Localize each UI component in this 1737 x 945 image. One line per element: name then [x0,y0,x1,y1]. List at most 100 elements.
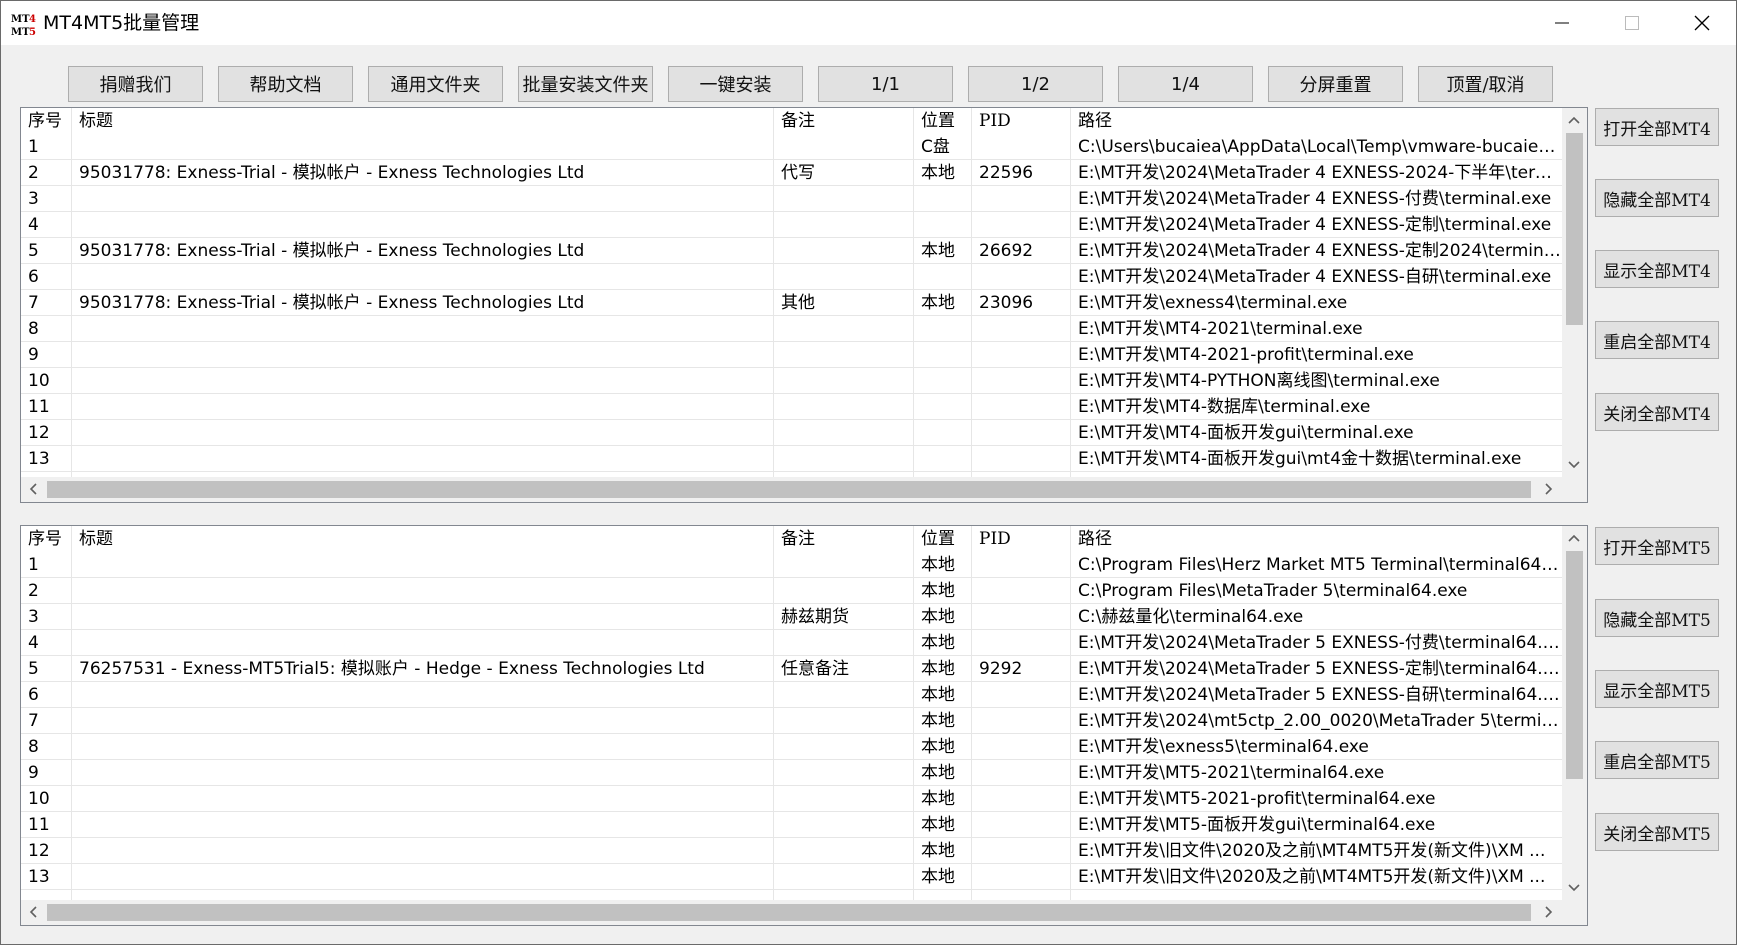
maximize-button[interactable] [1597,1,1667,45]
mt5-vertical-scrollbar[interactable] [1562,526,1587,900]
mt5-table-row[interactable]: 10 本地 E:\MT开发\MT5-2021-profit\terminal64.e… [21,786,1562,812]
mt5-header-col-title[interactable]: 标题 [72,526,774,552]
scroll-left-icon[interactable] [25,904,41,920]
mt4-header-col-path[interactable]: 路径 [1071,108,1562,134]
mt5-horizontal-scrollbar[interactable] [21,900,1587,925]
mt4-vertical-scrollbar[interactable] [1562,108,1587,477]
mt4-cell-col-pid: 22596 [979,163,1034,183]
mt5-header-col-index[interactable]: 序号 [21,526,72,552]
mt5-cell-col-title [72,786,774,812]
mt4-action-button-4[interactable]: 重启全部MT4 [1595,321,1719,359]
mt5-action-button-5[interactable]: 关闭全部MT5 [1595,813,1719,851]
mt4-table-row[interactable]: 5 95031778: Exness-Trial - 模拟帐户 - Exness … [21,238,1562,264]
toolbar-button-3[interactable]: 通用文件夹 [368,66,503,102]
scroll-up-icon[interactable] [1566,112,1582,128]
mt4-header-col-pid[interactable]: PID [972,108,1071,134]
scroll-up-icon[interactable] [1566,530,1582,546]
mt4-cell-col-pid [972,212,1071,238]
mt4-action-button-1[interactable]: 打开全部MT4 [1595,108,1719,146]
mt5-table-row[interactable]: 8 本地 E:\MT开发\exness5\terminal64.exe [21,734,1562,760]
mt5-table-row[interactable]: 2 本地 C:\Program Files\MetaTrader 5\termina… [21,578,1562,604]
scroll-down-icon[interactable] [1566,457,1582,473]
mt4-table-row[interactable]: 13 E:\MT开发\MT4-面板开发gui\mt4金十数据\terminal.e… [21,446,1562,472]
mt4-cell-col-location [914,264,972,290]
mt5-table-row[interactable]: 12 本地 E:\MT开发\旧文件\2020及之前\MT4MT5开发(新文件)\XM… [21,838,1562,864]
mt5-table-row[interactable]: 1 本地 C:\Program Files\Herz Market MT5 Term… [21,552,1562,578]
mt4-header-col-note[interactable]: 备注 [774,108,914,134]
mt4-cell-col-title: 95031778: Exness-Trial - 模拟帐户 - Exness T… [79,241,585,261]
mt5-table-row[interactable]: 6 本地 E:\MT开发\2024\MetaTrader 5 EXNESS-自研\t… [21,682,1562,708]
toolbar-button-7[interactable]: 1/2 [968,66,1103,102]
mt5-table-row[interactable]: 7 本地 E:\MT开发\2024\mt5ctp_2.00_0020\MetaTra… [21,708,1562,734]
mt4-cell-col-location [914,420,972,446]
toolbar-button-4[interactable]: 批量安装文件夹 [518,66,653,102]
mt5-table-row[interactable]: 13 本地 E:\MT开发\旧文件\2020及之前\MT4MT5开发(新文件)\XM… [21,864,1562,890]
mt5-table-row[interactable]: 9 本地 E:\MT开发\MT5-2021\terminal64.exe [21,760,1562,786]
scroll-left-icon[interactable] [25,481,41,497]
mt4-cell-col-path: E:\MT开发\MT4-2021\terminal.exe [1078,319,1363,339]
scroll-down-icon[interactable] [1566,880,1582,896]
scroll-right-icon[interactable] [1541,481,1557,497]
mt4-column-separator [913,108,914,477]
mt4-table-row[interactable]: 6 E:\MT开发\2024\MetaTrader 4 EXNESS-自研\ter… [21,264,1562,290]
scroll-thumb[interactable] [1566,133,1583,325]
toolbar-button-10[interactable]: 顶置/取消 [1418,66,1553,102]
mt5-header-col-path[interactable]: 路径 [1071,526,1562,552]
mt4-table-row[interactable]: 7 95031778: Exness-Trial - 模拟帐户 - Exness … [21,290,1562,316]
mt5-cell-col-note [774,760,914,786]
mt4-table-row[interactable]: 2 95031778: Exness-Trial - 模拟帐户 - Exness … [21,160,1562,186]
mt5-cell-col-note [774,578,914,604]
mt5-action-button-2[interactable]: 隐藏全部MT5 [1595,599,1719,637]
toolbar-button-9[interactable]: 分屏重置 [1268,66,1403,102]
svg-text:4: 4 [29,14,36,25]
toolbar-button-1[interactable]: 捐赠我们 [68,66,203,102]
mt5-cell-col-path: C:\赫兹量化\terminal64.exe [1078,607,1304,627]
mt4-table-row[interactable]: 4 E:\MT开发\2024\MetaTrader 4 EXNESS-定制\ter… [21,212,1562,238]
mt5-column-separator [913,526,914,900]
close-button[interactable] [1667,1,1737,45]
mt4-table-row[interactable]: 3 E:\MT开发\2024\MetaTrader 4 EXNESS-付费\ter… [21,186,1562,212]
mt4-cell-col-index: 7 [28,293,39,313]
mt5-cell-col-index: 9 [28,763,39,783]
mt4-table-row[interactable]: 1 C盘 C:\Users\bucaiea\AppData\Local\Temp\v… [21,134,1562,160]
scroll-thumb[interactable] [47,904,1531,921]
mt4-action-button-2[interactable]: 隐藏全部MT4 [1595,179,1719,217]
mt5-action-button-1[interactable]: 打开全部MT5 [1595,527,1719,565]
mt4-column-separator [773,108,774,477]
toolbar-button-6[interactable]: 1/1 [818,66,953,102]
mt5-cell-col-index: 11 [28,815,50,835]
mt4-horizontal-scrollbar[interactable] [21,477,1587,502]
scroll-thumb[interactable] [47,481,1531,498]
mt5-action-button-3[interactable]: 显示全部MT5 [1595,670,1719,708]
mt5-cell-col-index: 12 [28,841,50,861]
mt5-header-col-pid[interactable]: PID [972,526,1071,552]
mt4-cell-col-location: 本地 [921,163,955,183]
toolbar-button-2[interactable]: 帮助文档 [218,66,353,102]
toolbar-button-8[interactable]: 1/4 [1118,66,1253,102]
mt4-grid-header: 序号 标题 备注 位置 PID 路径 [21,108,1562,134]
mt5-action-button-4[interactable]: 重启全部MT5 [1595,741,1719,779]
mt4-table-row[interactable]: 10 E:\MT开发\MT4-PYTHON离线图\terminal.exe [21,368,1562,394]
mt4-table-row[interactable]: 9 E:\MT开发\MT4-2021-profit\terminal.exe [21,342,1562,368]
mt4-header-col-title[interactable]: 标题 [72,108,774,134]
mt4-header-col-index[interactable]: 序号 [21,108,72,134]
mt5-table-row[interactable]: 4 本地 E:\MT开发\2024\MetaTrader 5 EXNESS-付费\t… [21,630,1562,656]
mt4-table-row[interactable]: 11 E:\MT开发\MT4-数据库\terminal.exe [21,394,1562,420]
mt5-table-row[interactable]: 3 赫兹期货 本地 C:\赫兹量化\terminal64.exe [21,604,1562,630]
mt4-table-row[interactable]: 8 E:\MT开发\MT4-2021\terminal.exe [21,316,1562,342]
mt4-header-col-location[interactable]: 位置 [914,108,972,134]
scroll-thumb[interactable] [1566,551,1583,779]
mt5-cell-col-pid [972,682,1071,708]
mt5-table-row[interactable]: 11 本地 E:\MT开发\MT5-面板开发gui\terminal64.exe [21,812,1562,838]
mt5-header-col-location[interactable]: 位置 [914,526,972,552]
mt4-action-button-3[interactable]: 显示全部MT4 [1595,250,1719,288]
mt5-table-row[interactable]: 5 76257531 - Exness-MT5Trial5: 模拟账户 - Hed… [21,656,1562,682]
maximize-icon [1625,16,1639,30]
svg-text:MT: MT [11,27,30,37]
scroll-right-icon[interactable] [1541,904,1557,920]
mt5-header-col-note[interactable]: 备注 [774,526,914,552]
mt4-action-button-5[interactable]: 关闭全部MT4 [1595,393,1719,431]
minimize-button[interactable] [1527,1,1597,45]
mt4-table-row[interactable]: 12 E:\MT开发\MT4-面板开发gui\terminal.exe [21,420,1562,446]
toolbar-button-5[interactable]: 一键安装 [668,66,803,102]
